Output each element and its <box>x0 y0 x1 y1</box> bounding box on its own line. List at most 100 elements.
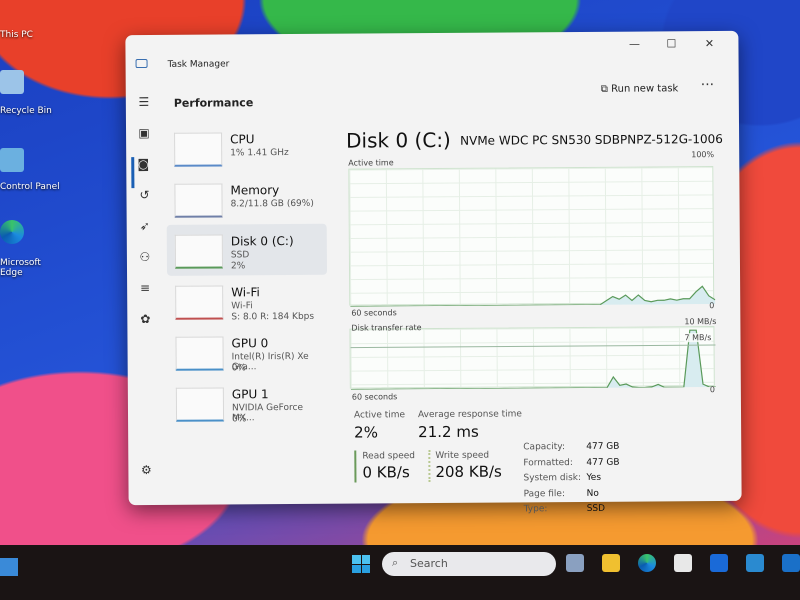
startup-icon[interactable]: ➶ <box>137 219 153 250</box>
device-item-gpu-0[interactable]: GPU 0 Intel(R) Iris(R) Xe Gra... 0% <box>167 326 327 378</box>
active-time-label: Active time <box>348 158 394 168</box>
details-icon[interactable]: ≡ <box>137 281 153 312</box>
device-thumbnail-graph <box>174 183 223 218</box>
maximize-button[interactable]: ☐ <box>652 37 690 50</box>
device-thumbnail-graph <box>175 387 225 422</box>
search-icon: ⌕ <box>392 556 399 569</box>
property-value: 477 GB <box>586 457 620 468</box>
device-item-cpu[interactable]: CPU 1% 1.41 GHz <box>166 122 326 174</box>
disk-details: Disk 0 (C:) NVMe WDC PC SN530 SDBPNPZ-51… <box>346 126 723 514</box>
start-button[interactable] <box>352 555 370 573</box>
property-value: No <box>586 488 599 499</box>
recycle-bin-icon <box>0 70 24 94</box>
page-title: Performance <box>173 96 254 110</box>
device-thumbnail-graph <box>175 285 224 320</box>
more-options-button[interactable]: ··· <box>701 77 714 93</box>
settings-icon[interactable]: ⚙ <box>138 463 154 494</box>
device-detail: SSD <box>230 250 250 261</box>
outlook-icon[interactable] <box>782 554 800 572</box>
device-usage: S: 8.0 R: 184 Kbps <box>231 311 315 323</box>
device-detail: Intel(R) Iris(R) Xe Gra... <box>231 351 309 373</box>
run-task-icon: ⧉ <box>600 83 612 95</box>
transfer-mid-label: 7 MB/s <box>684 333 712 343</box>
transfer-min-label: 0 <box>709 385 715 395</box>
disk-title: Disk 0 (C:) <box>346 127 451 153</box>
title-bar[interactable]: Task Manager — ☐ ✕ <box>125 31 738 75</box>
property-label: Capacity: <box>523 442 566 453</box>
active-time-value: 2% <box>354 423 379 442</box>
device-list: CPU 1% 1.41 GHz Memory 8.2/11.8 GB (69%)… <box>166 122 328 429</box>
device-detail: Wi-Fi <box>231 301 253 312</box>
write-speed-label: Write speed <box>435 450 490 461</box>
performance-icon[interactable]: ◙ <box>131 156 153 189</box>
avg-response-value: 21.2 ms <box>418 422 479 442</box>
dropbox-icon[interactable] <box>710 554 728 572</box>
app-history-icon[interactable]: ↺ <box>136 188 152 219</box>
file-explorer-icon[interactable] <box>602 554 620 572</box>
active-max-label: 100% <box>691 150 715 160</box>
property-value: SSD <box>586 503 606 514</box>
search-box[interactable]: ⌕ Search <box>382 552 556 576</box>
device-detail: NVIDIA GeForce MX... <box>231 402 304 424</box>
control-panel-icon <box>0 148 24 172</box>
task-view-icon[interactable] <box>566 554 584 572</box>
processes-icon[interactable]: ▣ <box>136 126 152 157</box>
device-thumbnail-graph <box>175 336 224 371</box>
minimize-button[interactable]: — <box>615 37 653 51</box>
series-area <box>350 330 716 390</box>
widgets-icon[interactable] <box>0 558 18 576</box>
users-icon[interactable]: ⚇ <box>137 250 153 281</box>
edge-icon[interactable] <box>638 554 656 572</box>
read-speed-value: 0 KB/s <box>362 463 410 482</box>
disk-model: NVMe WDC PC SN530 SDBPNPZ-512G-1006 <box>460 131 723 148</box>
avg-response-label: Average response time <box>417 409 522 421</box>
app-icon[interactable] <box>746 554 764 572</box>
device-thumbnail-graph <box>174 234 223 269</box>
transfer-time-span: 60 seconds <box>351 392 398 402</box>
device-name: GPU 0 <box>231 336 269 351</box>
device-name: Disk 0 (C:) <box>230 233 294 249</box>
device-detail: 8.2/11.8 GB (69%) <box>230 198 314 210</box>
device-name: Wi-Fi <box>231 285 260 300</box>
read-speed-label: Read speed <box>362 451 416 462</box>
device-name: CPU <box>230 132 255 147</box>
active-time-span: 60 seconds <box>351 308 397 318</box>
run-new-task-button[interactable]: ⧉ Run new task <box>601 83 679 95</box>
close-button[interactable]: ✕ <box>690 37 728 50</box>
device-item-memory[interactable]: Memory 8.2/11.8 GB (69%) <box>166 173 326 225</box>
transfer-rate-graph <box>349 326 716 391</box>
write-speed-value: 208 KB/s <box>435 462 502 481</box>
property-label: System disk: <box>523 472 582 484</box>
property-value: 477 GB <box>586 441 620 452</box>
reference-line <box>350 344 716 349</box>
menu-icon[interactable]: ☰ <box>136 95 152 126</box>
device-item-wi-fi[interactable]: Wi-Fi Wi-Fi S: 8.0 R: 184 Kbps <box>167 275 327 327</box>
device-usage: 0% <box>232 414 247 425</box>
property-label: Page file: <box>523 488 566 499</box>
device-name: Memory <box>230 183 280 198</box>
task-manager-window: Task Manager — ☐ ✕ ☰ ▣ ◙ ↺ ➶ ⚇ ≡ ✿ ⚙ Per… <box>125 30 742 514</box>
series-area <box>350 286 716 307</box>
device-name: GPU 1 <box>231 387 269 402</box>
write-speed-marker <box>428 450 431 483</box>
edge-icon <box>0 220 24 244</box>
read-speed-marker <box>354 450 357 483</box>
property-label: Formatted: <box>523 457 573 468</box>
device-item-gpu-1[interactable]: GPU 1 NVIDIA GeForce MX... 0% <box>168 377 328 429</box>
transfer-rate-label: Disk transfer rate <box>351 323 422 333</box>
app-icon <box>135 58 148 69</box>
device-item-disk-0-c[interactable]: Disk 0 (C:) SSD 2% <box>166 223 328 276</box>
device-detail: 1% 1.41 GHz <box>230 148 289 159</box>
property-value: Yes <box>586 472 602 483</box>
property-label: Type: <box>523 504 548 515</box>
active-time-graph <box>348 166 716 308</box>
device-usage: 2% <box>230 261 246 272</box>
active-min-label: 0 <box>709 301 715 311</box>
device-usage: 0% <box>231 363 247 374</box>
store-icon[interactable] <box>674 554 692 572</box>
series-line <box>350 329 716 391</box>
services-icon[interactable]: ✿ <box>137 312 153 343</box>
device-thumbnail-graph <box>174 132 223 167</box>
window-title: Task Manager <box>167 59 230 70</box>
transfer-max-label: 10 MB/s <box>684 317 717 327</box>
